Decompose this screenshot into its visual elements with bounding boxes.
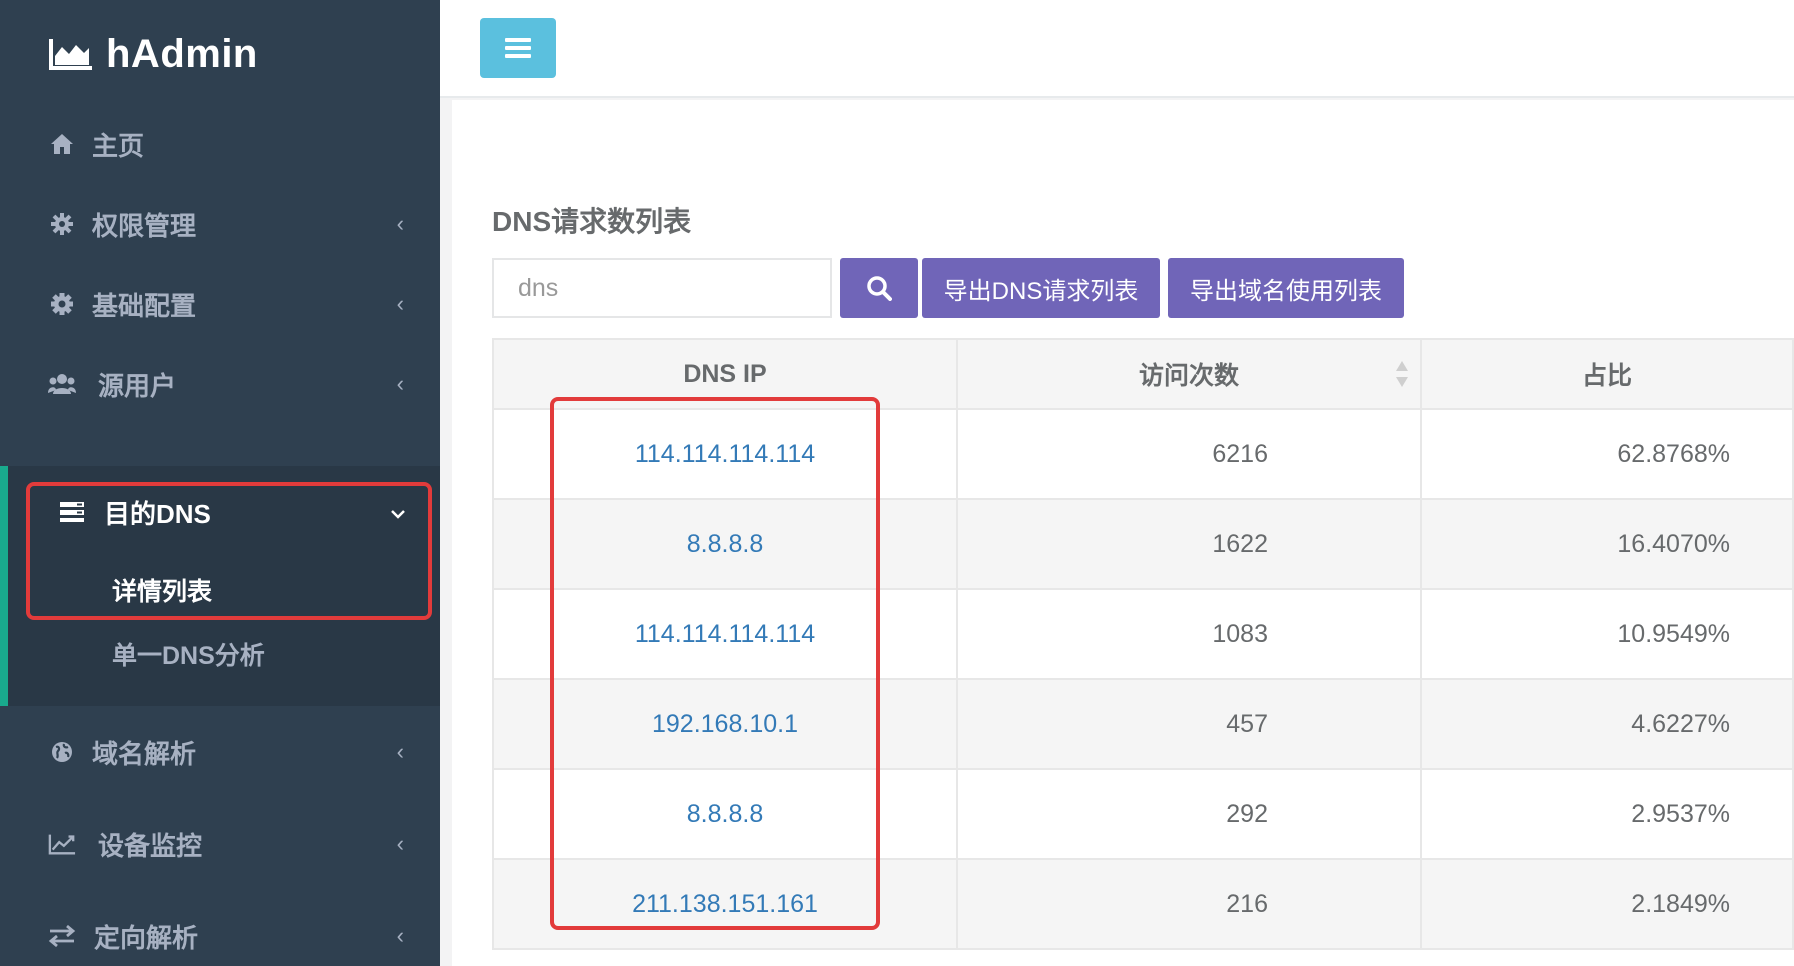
cell-visit-count: 1083 <box>956 588 1422 680</box>
sidebar-item-permissions[interactable]: 权限管理 ‹ <box>0 178 440 270</box>
sidebar: hAdmin 主页 权限管理 ‹ 基础配置 ‹ 源用户 ‹ 目的DNS 详情列表… <box>0 0 440 966</box>
dns-ip-link[interactable]: 114.114.114.114 <box>635 620 815 648</box>
export-domain-list-button[interactable]: 导出域名使用列表 <box>1168 258 1404 318</box>
cell-dns-ip: 114.114.114.114 <box>492 588 958 680</box>
table-row: 8.8.8.8 292 2.9537% <box>492 768 1794 860</box>
cell-dns-ip: 211.138.151.161 <box>492 858 958 950</box>
sidebar-item-basic-config[interactable]: 基础配置 ‹ <box>0 258 440 350</box>
table-row: 8.8.8.8 1622 16.4070% <box>492 498 1794 590</box>
cell-visit-count: 216 <box>956 858 1422 950</box>
sidebar-item-dest-dns-header[interactable]: 目的DNS <box>8 466 440 558</box>
cell-visit-count: 457 <box>956 678 1422 770</box>
cell-ratio: 10.9549% <box>1420 588 1794 680</box>
sidebar-item-source-users[interactable]: 源用户 ‹ <box>0 338 440 430</box>
main-content: DNS请求数列表 导出DNS请求列表 导出域名使用列表 DNS IP 访问次数 … <box>452 100 1794 966</box>
brand-name: hAdmin <box>106 31 258 76</box>
chevron-down-icon <box>390 499 406 525</box>
sidebar-item-label: 目的DNS <box>104 498 211 529</box>
sidebar-item-label: 源用户 <box>98 370 177 401</box>
page-title: DNS请求数列表 <box>492 206 692 237</box>
search-icon <box>867 276 892 301</box>
sidebar-subitem-single-dns-analysis[interactable]: 单一DNS分析 <box>112 636 265 672</box>
column-header-label: 访问次数 <box>1138 362 1239 390</box>
cell-ratio: 2.1849% <box>1420 858 1794 950</box>
cell-visit-count: 1622 <box>956 498 1422 590</box>
cell-dns-ip: 192.168.10.1 <box>492 678 958 770</box>
cell-ratio: 4.6227% <box>1420 678 1794 770</box>
home-icon <box>48 130 76 158</box>
server-icon <box>58 498 86 526</box>
cell-ratio: 16.4070% <box>1420 498 1794 590</box>
sidebar-item-label: 域名解析 <box>92 738 197 769</box>
cell-visit-count: 6216 <box>956 408 1422 500</box>
sidebar-item-device-monitor[interactable]: 设备监控 ‹ <box>0 798 440 890</box>
search-button[interactable] <box>840 258 918 318</box>
chevron-left-icon: ‹ <box>396 291 404 316</box>
cell-ratio: 62.8768% <box>1420 408 1794 500</box>
table-row: 211.138.151.161 216 2.1849% <box>492 858 1794 950</box>
export-dns-list-button[interactable]: 导出DNS请求列表 <box>922 258 1160 318</box>
gear-icon <box>48 210 76 238</box>
menu-toggle-button[interactable] <box>480 18 556 78</box>
cell-visit-count: 292 <box>956 768 1422 860</box>
dns-table: DNS IP 访问次数 占比 114.114.114.114 6216 62.8… <box>492 338 1794 950</box>
cell-dns-ip: 8.8.8.8 <box>492 498 958 590</box>
sidebar-item-label: 主页 <box>92 130 145 161</box>
brand[interactable]: hAdmin <box>48 30 258 78</box>
sidebar-item-label: 定向解析 <box>94 922 199 953</box>
dns-ip-link[interactable]: 192.168.10.1 <box>652 710 798 738</box>
cell-dns-ip: 114.114.114.114 <box>492 408 958 500</box>
column-header-visit-count[interactable]: 访问次数 <box>956 338 1422 410</box>
dns-ip-link[interactable]: 114.114.114.114 <box>635 440 815 468</box>
dns-ip-link[interactable]: 8.8.8.8 <box>687 530 763 558</box>
exchange-icon <box>48 922 76 950</box>
sidebar-item-label: 设备监控 <box>98 830 203 861</box>
sidebar-item-home[interactable]: 主页 <box>0 98 440 190</box>
cell-ratio: 2.9537% <box>1420 768 1794 860</box>
cog-icon <box>48 290 76 318</box>
sidebar-item-label: 基础配置 <box>92 290 197 321</box>
dns-ip-link[interactable]: 8.8.8.8 <box>687 800 763 828</box>
globe-icon <box>48 738 76 766</box>
top-navbar <box>440 0 1794 98</box>
hamburger-icon <box>505 34 531 62</box>
sidebar-item-dest-dns: 目的DNS 详情列表 单一DNS分析 <box>0 466 440 706</box>
area-chart-icon <box>49 39 92 70</box>
table-row: 114.114.114.114 6216 62.8768% <box>492 408 1794 500</box>
sidebar-subitem-detail-list[interactable]: 详情列表 <box>112 572 212 608</box>
sidebar-item-domain-resolution[interactable]: 域名解析 ‹ <box>0 706 440 798</box>
table-header-row: DNS IP 访问次数 占比 <box>492 338 1794 410</box>
chevron-left-icon: ‹ <box>396 923 404 948</box>
sort-icon <box>1396 361 1408 387</box>
cell-dns-ip: 8.8.8.8 <box>492 768 958 860</box>
sidebar-item-directed-resolution[interactable]: 定向解析 ‹ <box>0 890 440 966</box>
chevron-left-icon: ‹ <box>396 371 404 396</box>
sidebar-item-label: 权限管理 <box>92 210 197 241</box>
column-header-ratio[interactable]: 占比 <box>1420 338 1794 410</box>
chevron-left-icon: ‹ <box>396 831 404 856</box>
table-row: 114.114.114.114 1083 10.9549% <box>492 588 1794 680</box>
line-chart-icon <box>48 830 76 858</box>
dns-ip-link[interactable]: 211.138.151.161 <box>632 890 818 918</box>
users-icon <box>48 370 76 398</box>
chevron-left-icon: ‹ <box>396 739 404 764</box>
search-input[interactable] <box>492 258 832 318</box>
column-header-dns-ip[interactable]: DNS IP <box>492 338 958 410</box>
table-row: 192.168.10.1 457 4.6227% <box>492 678 1794 770</box>
chevron-left-icon: ‹ <box>396 211 404 236</box>
